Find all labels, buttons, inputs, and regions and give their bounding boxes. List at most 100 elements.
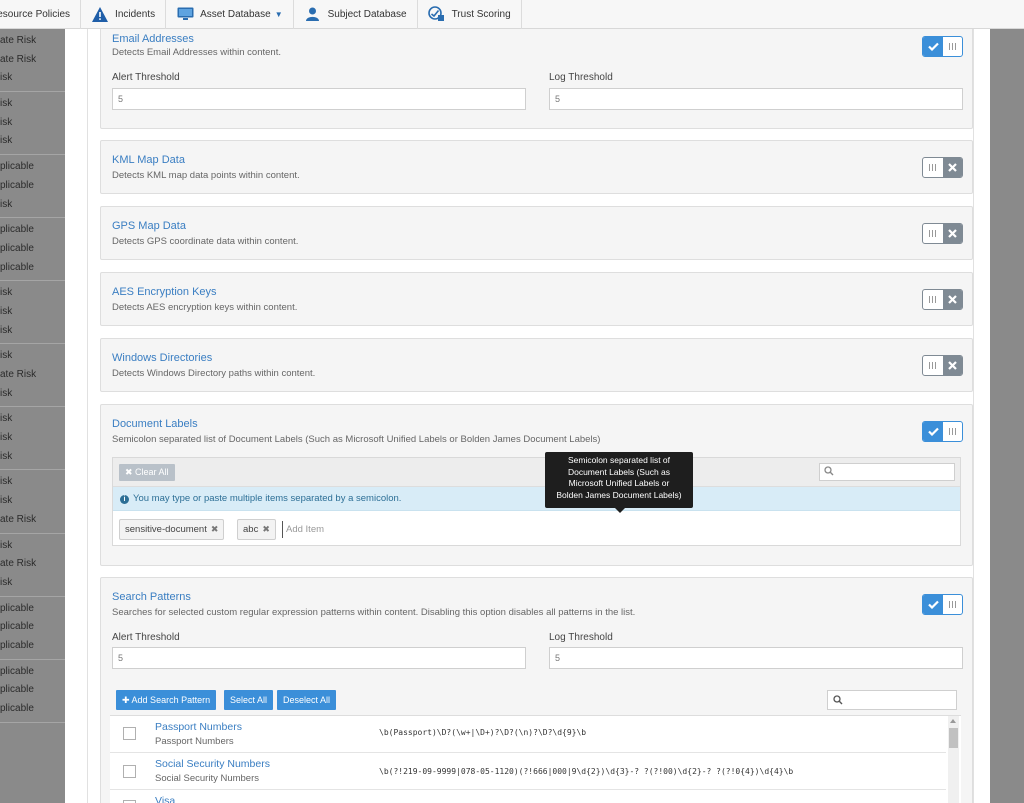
policy-row-label[interactable]: isk: [0, 95, 65, 114]
top-nav: Resource Policies Incidents Asset Databa…: [0, 0, 1024, 29]
policy-group: isk isk isk: [0, 281, 65, 345]
policy-row-label[interactable]: ate Risk: [0, 555, 65, 574]
policy-row-label[interactable]: isk: [0, 347, 65, 366]
policy-row-label[interactable]: isk: [0, 284, 65, 303]
grip-icon: [923, 356, 943, 375]
search-icon: [824, 466, 834, 479]
policy-row-label[interactable]: isk: [0, 492, 65, 511]
policy-row-label[interactable]: isk: [0, 69, 65, 88]
card-title: AES Encryption Keys: [112, 286, 217, 298]
policy-row-label[interactable]: plicable: [0, 259, 65, 278]
nav-subject-database[interactable]: Subject Database: [294, 0, 418, 29]
policy-group: plicable plicable isk: [0, 155, 65, 219]
policy-row-label[interactable]: plicable: [0, 618, 65, 637]
alert-threshold-input[interactable]: 5: [112, 88, 526, 110]
log-threshold-input[interactable]: 5: [549, 88, 963, 110]
card-aes-encryption-keys: AES Encryption Keys Detects AES encrypti…: [100, 272, 973, 326]
grip-icon: [923, 224, 943, 243]
nav-asset-database[interactable]: Asset Database ▼: [166, 0, 294, 29]
add-item-input[interactable]: Add Item: [282, 521, 324, 538]
log-threshold-label: Log Threshold: [549, 632, 613, 643]
log-threshold-label: Log Threshold: [549, 72, 613, 83]
policy-row-label[interactable]: plicable: [0, 681, 65, 700]
modal-backdrop: [990, 29, 1024, 803]
policy-row-label[interactable]: ate Risk: [0, 51, 65, 70]
detection-settings-panel: Email Addresses Detects Email Addresses …: [87, 29, 974, 803]
tooltip-line: Bolden James Document Labels): [556, 489, 682, 500]
policy-row-label[interactable]: isk: [0, 385, 65, 404]
policy-row-label[interactable]: plicable: [0, 663, 65, 682]
policy-row-label[interactable]: ate Risk: [0, 366, 65, 385]
policy-row-label[interactable]: isk: [0, 114, 65, 133]
aes-toggle[interactable]: [922, 289, 963, 310]
policy-row-label[interactable]: isk: [0, 448, 65, 467]
policy-row-label[interactable]: plicable: [0, 637, 65, 656]
nav-trust-scoring[interactable]: Trust Scoring: [418, 0, 522, 29]
info-message: i You may type or paste multiple items se…: [113, 487, 960, 511]
policy-row-label[interactable]: isk: [0, 537, 65, 556]
x-icon: [942, 158, 962, 177]
card-title: Search Patterns: [112, 591, 191, 603]
email-toggle[interactable]: [922, 36, 963, 57]
policy-row-label[interactable]: plicable: [0, 158, 65, 177]
clear-all-button[interactable]: ✖ Clear All: [119, 464, 175, 481]
x-icon: [942, 224, 962, 243]
search-patterns-toggle[interactable]: [922, 594, 963, 615]
card-title: Document Labels: [112, 418, 198, 430]
tag-label: abc: [243, 524, 259, 535]
alert-threshold-label: Alert Threshold: [112, 632, 180, 643]
policy-row-label[interactable]: isk: [0, 196, 65, 215]
policy-row-label[interactable]: isk: [0, 132, 65, 151]
policy-row-label[interactable]: ate Risk: [0, 32, 65, 51]
monitor-icon: [176, 5, 194, 23]
policy-row-label[interactable]: plicable: [0, 700, 65, 719]
check-icon: [923, 595, 943, 614]
nav-incidents[interactable]: Incidents: [81, 0, 167, 29]
policy-row-label[interactable]: plicable: [0, 177, 65, 196]
policy-row-label[interactable]: isk: [0, 429, 65, 448]
grip-icon: [943, 422, 962, 441]
tag-item[interactable]: abc ✖: [237, 519, 276, 540]
gps-toggle[interactable]: [922, 223, 963, 244]
policy-row-label[interactable]: isk: [0, 574, 65, 593]
card-description: Detects AES encryption keys within conte…: [112, 302, 298, 313]
nav-resource-policies-label: Resource Policies: [0, 8, 71, 20]
policy-row-label[interactable]: isk: [0, 322, 65, 341]
info-text: You may type or paste multiple items sep…: [133, 493, 402, 504]
policy-group: plicable plicable plicable: [0, 597, 65, 660]
doclabels-toggle[interactable]: [922, 421, 963, 442]
document-labels-tooltip: Semicolon separated list of Document Lab…: [545, 452, 693, 513]
chevron-down-icon: ▼: [274, 9, 283, 19]
remove-tag-icon[interactable]: ✖: [262, 524, 270, 534]
policy-row-label[interactable]: isk: [0, 473, 65, 492]
background-policy-list: ate Risk ate Risk isk isk isk isk plicable plic…: [0, 29, 65, 803]
policy-row-label[interactable]: isk: [0, 410, 65, 429]
tooltip-line: Microsoft Unified Labels or: [568, 478, 670, 488]
windirs-toggle[interactable]: [922, 355, 963, 376]
policy-row-label[interactable]: isk: [0, 303, 65, 322]
policy-group: isk ate Risk isk: [0, 534, 65, 597]
policy-row-label[interactable]: plicable: [0, 221, 65, 240]
policy-group: isk isk isk: [0, 407, 65, 471]
tag-item[interactable]: sensitive-document ✖: [119, 519, 225, 540]
kml-toggle[interactable]: [922, 157, 963, 178]
nav-subject-database-label: Subject Database: [327, 8, 407, 20]
policy-group: plicable plicable plicable: [0, 660, 65, 723]
grip-icon: [943, 595, 962, 614]
policy-row-label[interactable]: ate Risk: [0, 511, 65, 530]
policy-row-label[interactable]: plicable: [0, 600, 65, 619]
card-description: Detects Windows Directory paths within c…: [112, 368, 316, 379]
card-description: Detects Email Addresses within content.: [112, 47, 281, 58]
card-search-patterns: Search Patterns Searches for selected cu…: [100, 577, 973, 803]
modal-dialog: Email Addresses Detects Email Addresses …: [65, 29, 990, 803]
tooltip-line: Semicolon separated list of: [567, 455, 671, 465]
policy-row-label[interactable]: plicable: [0, 240, 65, 259]
policy-group: plicable plicable plicable: [0, 218, 65, 282]
alert-threshold-input[interactable]: 5: [112, 647, 526, 669]
remove-tag-icon[interactable]: ✖: [211, 524, 219, 534]
log-threshold-input[interactable]: 5: [549, 647, 963, 669]
tag-search-input[interactable]: [819, 463, 955, 481]
policy-group: ate Risk ate Risk isk: [0, 29, 65, 93]
card-kml-map-data: KML Map Data Detects KML map data points…: [100, 140, 973, 194]
nav-resource-policies[interactable]: Resource Policies: [0, 0, 82, 29]
